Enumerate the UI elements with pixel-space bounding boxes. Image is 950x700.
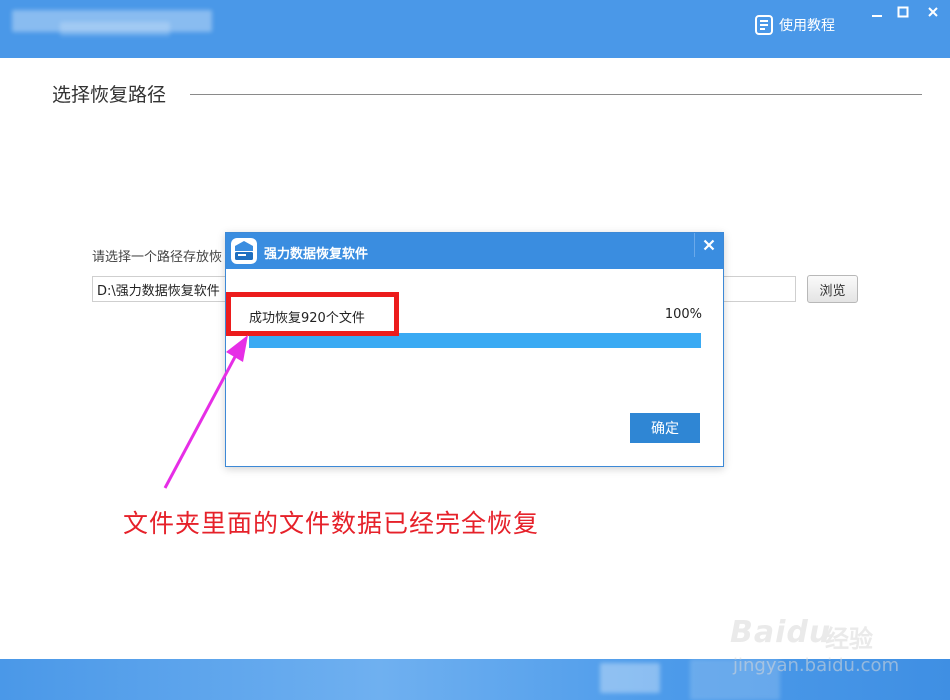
maximize-icon xyxy=(897,6,909,18)
path-prompt-label: 请选择一个路径存放恢 xyxy=(92,250,223,265)
minimize-icon xyxy=(872,15,882,17)
section-divider xyxy=(190,94,922,95)
annotation-highlight-box xyxy=(226,292,399,336)
progress-percent: 100% xyxy=(664,307,702,322)
dialog-close-button[interactable] xyxy=(694,233,723,257)
annotation-text: 文件夹里面的文件数据已经完全恢复 xyxy=(123,509,540,538)
watermark-jingyan: 经验 xyxy=(825,625,873,653)
browse-button[interactable]: 浏览 xyxy=(807,275,858,303)
document-icon xyxy=(755,15,773,35)
baidu-jingyan-watermark: Baidu 经验 jingyan.baidu.com xyxy=(725,605,925,685)
section-title: 选择恢复路径 xyxy=(52,84,167,106)
title-bar: 使用教程 xyxy=(0,0,950,58)
close-icon xyxy=(703,239,715,251)
watermark-url: jingyan.baidu.com xyxy=(733,655,900,676)
close-icon xyxy=(928,7,938,17)
dialog-title: 强力数据恢复软件 xyxy=(264,247,369,262)
recovery-complete-dialog: 强力数据恢复软件 成功恢复920个文件 100% 确定 xyxy=(225,232,724,467)
blurred-app-name-detail xyxy=(60,22,170,36)
blurred-strip-block xyxy=(600,663,660,693)
tutorial-link[interactable]: 使用教程 xyxy=(755,15,835,35)
tutorial-label: 使用教程 xyxy=(779,18,835,34)
maximize-button[interactable] xyxy=(890,0,916,24)
window-controls xyxy=(864,0,950,24)
confirm-button[interactable]: 确定 xyxy=(630,413,700,443)
watermark-brand: Baidu xyxy=(730,615,832,650)
dialog-header: 强力数据恢复软件 xyxy=(226,233,723,269)
app-window: 使用教程 选择恢复路径 请选择一个路径存放恢 浏览 强力数据恢复软 xyxy=(0,0,950,700)
minimize-button[interactable] xyxy=(864,0,890,24)
close-button[interactable] xyxy=(916,0,950,24)
app-logo-icon xyxy=(231,238,257,264)
